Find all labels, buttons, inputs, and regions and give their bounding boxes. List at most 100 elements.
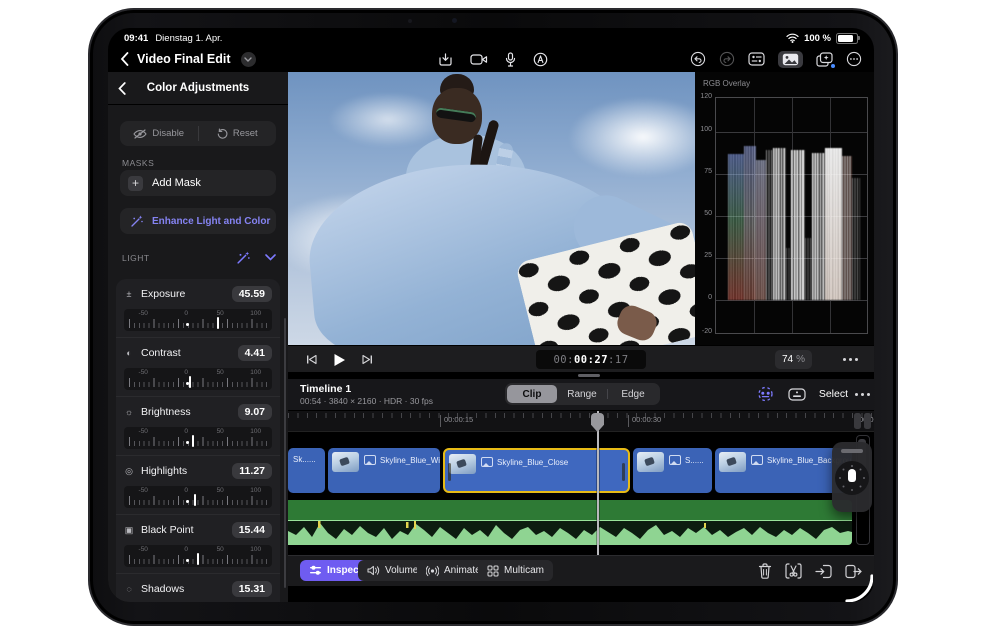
eye-off-icon (133, 128, 148, 139)
ruler-label: 50 (216, 546, 224, 553)
slider-exposure[interactable]: ± Exposure 45.59 -50 0 50 100 (116, 279, 280, 337)
scope-axis-label: 75 (704, 168, 712, 175)
slider-label: Contrast (141, 347, 181, 359)
ruler-label: 0 (184, 428, 188, 435)
project-title[interactable]: Video Final Edit (137, 52, 231, 66)
wifi-icon (786, 33, 799, 43)
slider-black-point[interactable]: ▣ Black Point 15.44 -50 0 50 100 (116, 514, 280, 573)
effects-icon[interactable] (816, 51, 835, 68)
transport-bar: 00: 00:27:17 74 % (288, 345, 874, 373)
timeline-ruler[interactable]: 00:00:15 00:00:30 00:00:45 (288, 411, 874, 432)
ruler-label: 100 (250, 310, 262, 317)
insert-icon[interactable] (815, 564, 832, 579)
ruler-label: 0 (184, 487, 188, 494)
slider-label: Shadows (141, 583, 185, 595)
scope-axis-label: -20 (701, 328, 712, 335)
import-icon[interactable] (438, 52, 453, 67)
more-icon[interactable] (846, 51, 862, 67)
ruler-label: 0 (184, 546, 188, 553)
light-label: LIGHT (122, 252, 150, 263)
jog-dial[interactable] (835, 461, 869, 495)
disable-button[interactable]: Disable (120, 121, 198, 146)
record-camera-icon[interactable] (470, 53, 488, 66)
inspect-label: Inspect (327, 565, 363, 576)
ruler-label: 100 (250, 369, 262, 376)
blade-icon[interactable] (785, 563, 802, 579)
slider-ruler[interactable]: -50 0 50 100 (124, 486, 272, 508)
back-chevron-icon[interactable] (120, 52, 129, 66)
slider-brightness[interactable]: ☼ Brightness 9.07 -50 0 50 100 (116, 396, 280, 455)
clip-selected[interactable]: Skyline_Blue_Close (443, 448, 630, 493)
jog-drag-handle[interactable] (841, 449, 863, 453)
ruler-label: 100 (250, 428, 262, 435)
next-frame-icon[interactable] (362, 354, 373, 365)
select-tool-icon[interactable] (788, 387, 806, 402)
project-title-chevron-icon[interactable] (240, 51, 256, 67)
play-button[interactable] (333, 353, 346, 367)
app-screen: 09:41 Dienstag 1. Apr. 100 % Video Final… (108, 28, 874, 602)
mode-clip[interactable]: Clip (507, 385, 557, 403)
exposure-icon: ± (126, 289, 132, 299)
cloud (568, 97, 695, 177)
enhance-light-color-button[interactable]: Enhance Light and Color (120, 208, 276, 234)
audio-track[interactable] (288, 500, 852, 545)
cloud (328, 92, 448, 147)
disable-label: Disable (152, 128, 185, 139)
select-button[interactable]: Select (819, 388, 848, 400)
previous-frame-icon[interactable] (306, 354, 317, 365)
slider-ruler[interactable]: -50 0 50 100 (124, 427, 272, 449)
waveform-streak (766, 150, 773, 300)
volume-label: Volume (385, 565, 419, 576)
mode-edge[interactable]: Edge (608, 385, 658, 403)
contrast-icon: ◐ (126, 348, 132, 358)
slider-ruler[interactable]: -50 0 50 100 (124, 368, 272, 390)
timeline-resize-handle[interactable] (578, 374, 600, 377)
light-sliders-card: ± Exposure 45.59 -50 0 50 100 ◐ Contrast 4.41 -… (116, 279, 280, 602)
slider-shadows[interactable]: ◌Shadows15.31 -50050100 (116, 573, 280, 602)
timecode-hours: 00: (553, 353, 574, 366)
timeline-more-icon[interactable] (861, 392, 864, 396)
panel-scrollbar[interactable] (284, 318, 286, 588)
connect-clips-icon[interactable] (756, 386, 775, 402)
multicam-button[interactable]: Multicam (478, 560, 554, 581)
timecode-display[interactable]: 00: 00:27:17 (536, 350, 646, 369)
audio-waveform (288, 521, 852, 545)
jog-wheel[interactable] (832, 442, 872, 512)
trim-handle-left[interactable] (448, 463, 451, 481)
viewer[interactable] (288, 72, 695, 345)
annotate-icon[interactable] (533, 52, 548, 67)
waveform-streak (852, 178, 860, 300)
slider-value: 15.31 (231, 581, 272, 597)
ruler-label: -50 (138, 487, 148, 494)
highlights-icon: ◎ (125, 465, 133, 476)
slider-highlights[interactable]: ◎ Highlights 11.27 -50 0 50 100 (116, 455, 280, 514)
add-mask-button[interactable]: + Add Mask (120, 170, 276, 196)
clip[interactable]: Skyline_Blue_Wide (328, 448, 440, 493)
auto-enhance-icon[interactable] (236, 250, 251, 265)
collapse-chevron-icon[interactable] (265, 254, 276, 261)
clip[interactable]: S...... (633, 448, 712, 493)
viewer-zoom-control[interactable]: 74 % (774, 350, 812, 369)
trim-handle-right[interactable] (622, 463, 625, 481)
ruler-label: 50 (216, 369, 224, 376)
waveform-streak (744, 146, 756, 300)
viewer-more-icon[interactable] (849, 358, 852, 361)
status-time: 09:41 (124, 32, 149, 44)
waveform-streak (773, 148, 786, 300)
mode-range[interactable]: Range (557, 385, 607, 403)
slider-contrast[interactable]: ◐ Contrast 4.41 -50 0 50 100 (116, 337, 280, 396)
slider-value: 9.07 (237, 404, 272, 420)
panel-back-chevron-icon[interactable] (118, 81, 126, 95)
playhead[interactable] (597, 411, 599, 555)
reset-button[interactable]: Reset (199, 121, 277, 146)
slider-ruler[interactable]: -50 0 50 100 (124, 309, 272, 331)
inspector-icon[interactable] (748, 52, 765, 66)
undo-icon[interactable] (690, 51, 706, 67)
slider-ruler[interactable]: -50 0 50 100 (124, 545, 272, 567)
battery-percent: 100 % (804, 32, 831, 44)
media-browser-icon[interactable] (778, 50, 803, 68)
zoom-unit: % (796, 354, 805, 365)
trash-icon[interactable] (758, 563, 772, 579)
clip[interactable]: Sk...... (288, 448, 325, 493)
microphone-icon[interactable] (505, 51, 516, 67)
